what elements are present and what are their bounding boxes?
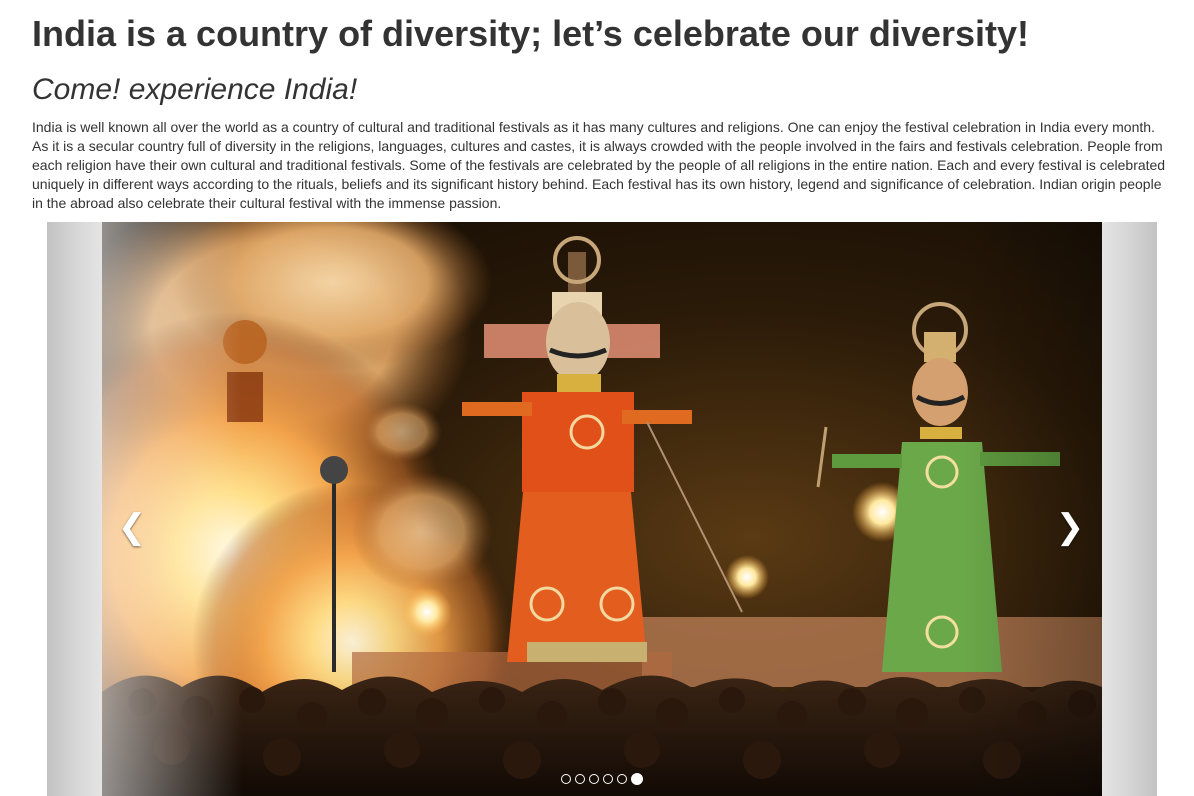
intro-paragraph: India is well known all over the world a… — [32, 119, 1166, 211]
dussehra-festival-photo — [102, 222, 1102, 796]
carousel-indicator-dot[interactable] — [589, 774, 599, 784]
carousel-indicator-dot[interactable] — [603, 774, 613, 784]
carousel-indicators — [47, 773, 1157, 785]
chevron-right-icon: ❯ — [1055, 508, 1085, 546]
carousel-indicator-dot[interactable] — [561, 774, 571, 784]
carousel-prev-button[interactable]: ❮ — [112, 507, 152, 547]
page-title: India is a country of diversity; let’s c… — [32, 13, 1029, 54]
carousel-indicator-dot[interactable] — [631, 773, 643, 785]
page-subtitle: Come! experience India! — [32, 73, 358, 106]
carousel-next-button[interactable]: ❯ — [1050, 507, 1090, 547]
carousel-indicator-dot[interactable] — [617, 774, 627, 784]
carousel-indicator-dot[interactable] — [575, 774, 585, 784]
carousel-slide-image — [102, 222, 1102, 796]
image-carousel[interactable]: ❮ ❯ — [47, 222, 1157, 796]
chevron-left-icon: ❮ — [117, 508, 147, 546]
